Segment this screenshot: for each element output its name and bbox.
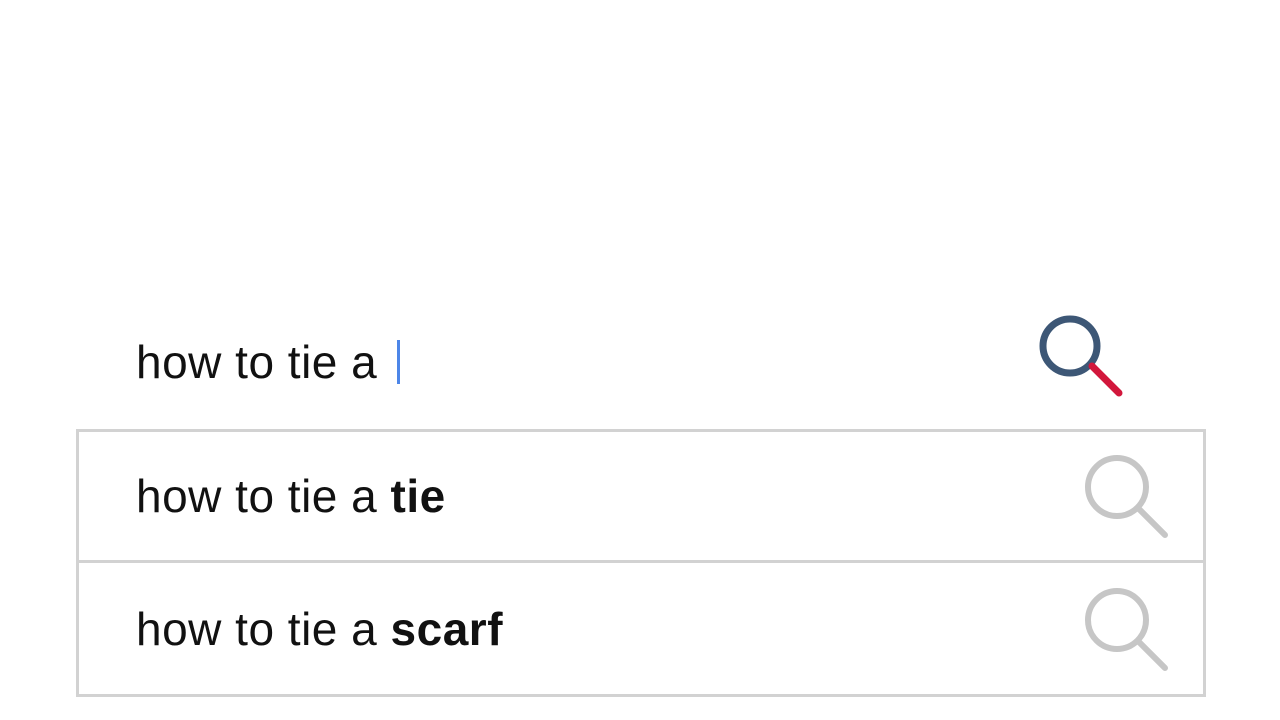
suggestions-dropdown: how to tie a tie how to tie a scarf bbox=[76, 429, 1206, 697]
search-icon bbox=[1085, 455, 1168, 538]
suggestion-label: how to tie a tie bbox=[136, 469, 446, 523]
search-button[interactable] bbox=[1034, 312, 1130, 404]
suggestion-completion: tie bbox=[390, 470, 446, 522]
text-caret bbox=[396, 340, 400, 384]
suggestion-prefix: how to tie a bbox=[136, 470, 391, 522]
search-screen: how to tie a how to tie a tie how to tie… bbox=[0, 0, 1280, 720]
suggestion-item[interactable]: how to tie a scarf bbox=[79, 563, 1203, 694]
search-icon bbox=[1085, 587, 1168, 671]
suggestion-item[interactable]: how to tie a tie bbox=[79, 432, 1203, 563]
suggestion-completion: scarf bbox=[390, 602, 504, 655]
suggestion-prefix: how to tie a bbox=[136, 602, 391, 655]
magnifier-icon bbox=[1039, 315, 1123, 397]
search-query-text: how to tie a bbox=[136, 336, 391, 388]
search-input[interactable]: how to tie a bbox=[136, 330, 400, 394]
suggestion-label: how to tie a scarf bbox=[136, 602, 503, 656]
